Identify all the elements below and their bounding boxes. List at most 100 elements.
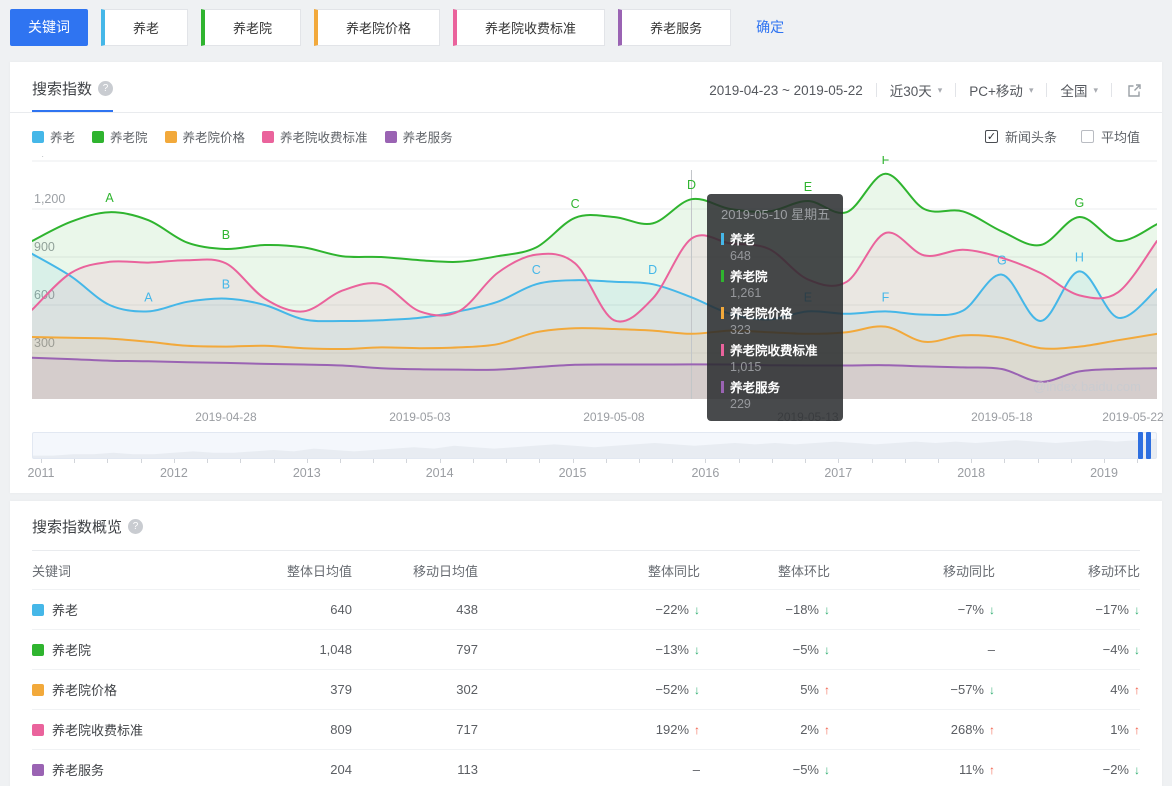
legend-item[interactable]: 养老 [32,127,75,146]
region-select[interactable]: 全国 ▾ [1060,80,1098,100]
keyword-swatch [32,683,44,696]
tab-search-index[interactable]: 搜索指数 ? [32,78,114,112]
mobile-avg-cell: 717 [456,722,478,737]
tooltip-series-label: 养老院价格 [730,307,793,321]
timeline-tick [572,459,574,463]
timeline-tick [937,459,939,463]
keyword-swatch [32,763,44,776]
external-link-icon[interactable] [1127,83,1142,98]
checkbox-box: ✓ [984,130,998,143]
legend-label: 养老院收费标准 [280,131,368,145]
arrow-up-icon: ↑ [1134,683,1140,697]
chart-controls: 2019-04-23 ~ 2019-05-22 近30天 ▾ PC+移动 ▾ 全… [709,80,1142,100]
trend-chart-canvas: 3006009001,2001,500ABCDEFGHABCDEFG [31,144,1158,399]
percent-value: 4% [1110,682,1129,697]
tooltip-series-label: 养老院收费标准 [730,344,818,358]
panel-header: 搜索指数 ? 2019-04-23 ~ 2019-05-22 近30天 ▾ PC… [10,62,1162,113]
news-marker-C: C [571,197,580,211]
chart-legend: 养老 养老院 养老院价格 养老院收费标准 养老服务 [32,127,470,146]
tooltip-series-value: 648 [730,249,751,263]
x-axis-tick: 2019-05-22 [1102,410,1164,424]
mobile-avg-cell: 438 [456,602,478,617]
trend-chart[interactable]: 3006009001,2001,500ABCDEFGHABCDEFG @inde… [31,144,1158,421]
column-header: 整体日均值 [286,563,352,579]
table-row[interactable]: 养老院 1,048 797 −13% ↓ −5% ↓ – −4% ↓ [32,629,1140,669]
tooltip-series-value: 323 [730,323,751,337]
legend-item[interactable]: 养老院 [92,127,148,146]
keyword-input[interactable]: 养老院 [201,8,302,46]
divider [875,83,877,97]
tooltip-series-name: 养老院 [721,266,829,285]
legend-swatch [164,130,177,143]
keyword-input[interactable]: 养老院收费标准 [453,8,606,46]
keyword-input[interactable]: 养老服务 [618,8,732,46]
table-row[interactable]: 养老 640 438 −22% ↓ −18% ↓ −7% ↓ −17% ↓ [32,589,1140,629]
date-range[interactable]: 2019-04-23 ~ 2019-05-22 [709,83,863,98]
slider-handle-left[interactable] [1138,432,1143,459]
legend-label: 养老院价格 [182,131,246,145]
keyword-name: 养老院收费标准 [52,723,144,738]
tooltip-series-name: 养老院收费标准 [721,340,829,359]
help-icon[interactable]: ? [128,519,144,534]
time-range-select[interactable]: 近30天 ▾ [890,80,943,100]
percent-value: 1% [1110,722,1129,737]
table-row[interactable]: 养老院价格 379 302 −52% ↓ 5% ↑ −57% ↓ 4% ↑ [32,669,1140,709]
timeline-tick [373,459,375,463]
news-marker-A: A [144,290,153,304]
keyword-input[interactable]: 养老院价格 [314,8,441,46]
x-axis-tick: 2019-05-08 [583,410,645,424]
tooltip-series-swatch [721,343,724,356]
checkbox-average[interactable]: 平均值 [1080,127,1140,146]
table-row[interactable]: 养老院收费标准 809 717 192% ↑ 2% ↑ 268% ↑ 1% ↑ [32,709,1140,749]
overview-header: 搜索指数概览 ? [32,501,1140,550]
percent-cell: −57% ↓ [830,682,995,697]
table-row[interactable]: 养老服务 204 113 – −5% ↓ 11% ↑ −2% ↓ [32,749,1140,786]
checkbox-box [1080,130,1094,143]
keyword-input[interactable]: 养老 [101,8,189,46]
percent-value: −22% [655,602,689,617]
column-header: 关键词 [32,563,72,579]
arrow-up-icon: ↑ [1134,723,1140,737]
percent-cell: −22% ↓ [478,602,700,617]
overall-avg-cell: 1,048 [319,642,352,657]
percent-cell: −5% ↓ [700,762,830,777]
percent-cell: −5% ↓ [700,642,830,657]
legend-item[interactable]: 养老院价格 [164,127,246,146]
column-header: 移动同比 [942,563,995,579]
confirm-button[interactable]: 确定 [756,17,784,37]
chart-options: ✓ 新闻头条 平均值 [984,127,1140,146]
legend-item[interactable]: 养老服务 [384,127,453,146]
timeline-slider[interactable] [32,432,1157,459]
tab-label: 搜索指数 [32,81,93,98]
timeline-tick [1004,459,1006,463]
percent-cell: −4% ↓ [995,642,1140,657]
device-select[interactable]: PC+移动 ▾ [969,80,1033,100]
timeline-tick [74,459,76,463]
help-icon[interactable]: ? [98,81,114,96]
news-marker-A: A [105,191,114,205]
timeline-year-axis: 2011 2012 2013 2014 2015 2016 2017 2018 2019 [28,459,1157,485]
overall-avg-cell: 640 [330,602,352,617]
keyword-swatch [32,603,44,616]
timeline-tick [738,459,740,463]
percent-value: −13% [655,642,689,657]
timeline-year-label: 2013 [292,466,321,480]
timeline-sparkline [33,438,1156,458]
checkbox-news-headlines[interactable]: ✓ 新闻头条 [984,127,1057,146]
percent-value: 2% [800,722,819,737]
percent-value: −4% [1102,642,1129,657]
news-marker-E: E [804,180,812,194]
timeline-tick [805,459,806,463]
keyword-name: 养老 [52,603,79,618]
tooltip-series-name: 养老 [721,229,829,248]
device-value: PC+移动 [969,84,1023,99]
percent-cell: – [830,642,995,657]
keyword-cell: 养老院 [32,640,202,659]
tooltip-series-value: 229 [730,397,751,411]
slider-handle-right[interactable] [1146,432,1151,459]
chevron-down-icon: ▾ [1093,84,1098,95]
legend-item[interactable]: 养老院收费标准 [262,127,368,146]
keyword-label-button[interactable]: 关键词 [10,8,88,46]
tooltip-series-swatch [721,232,724,245]
percent-value: −7% [957,602,984,617]
